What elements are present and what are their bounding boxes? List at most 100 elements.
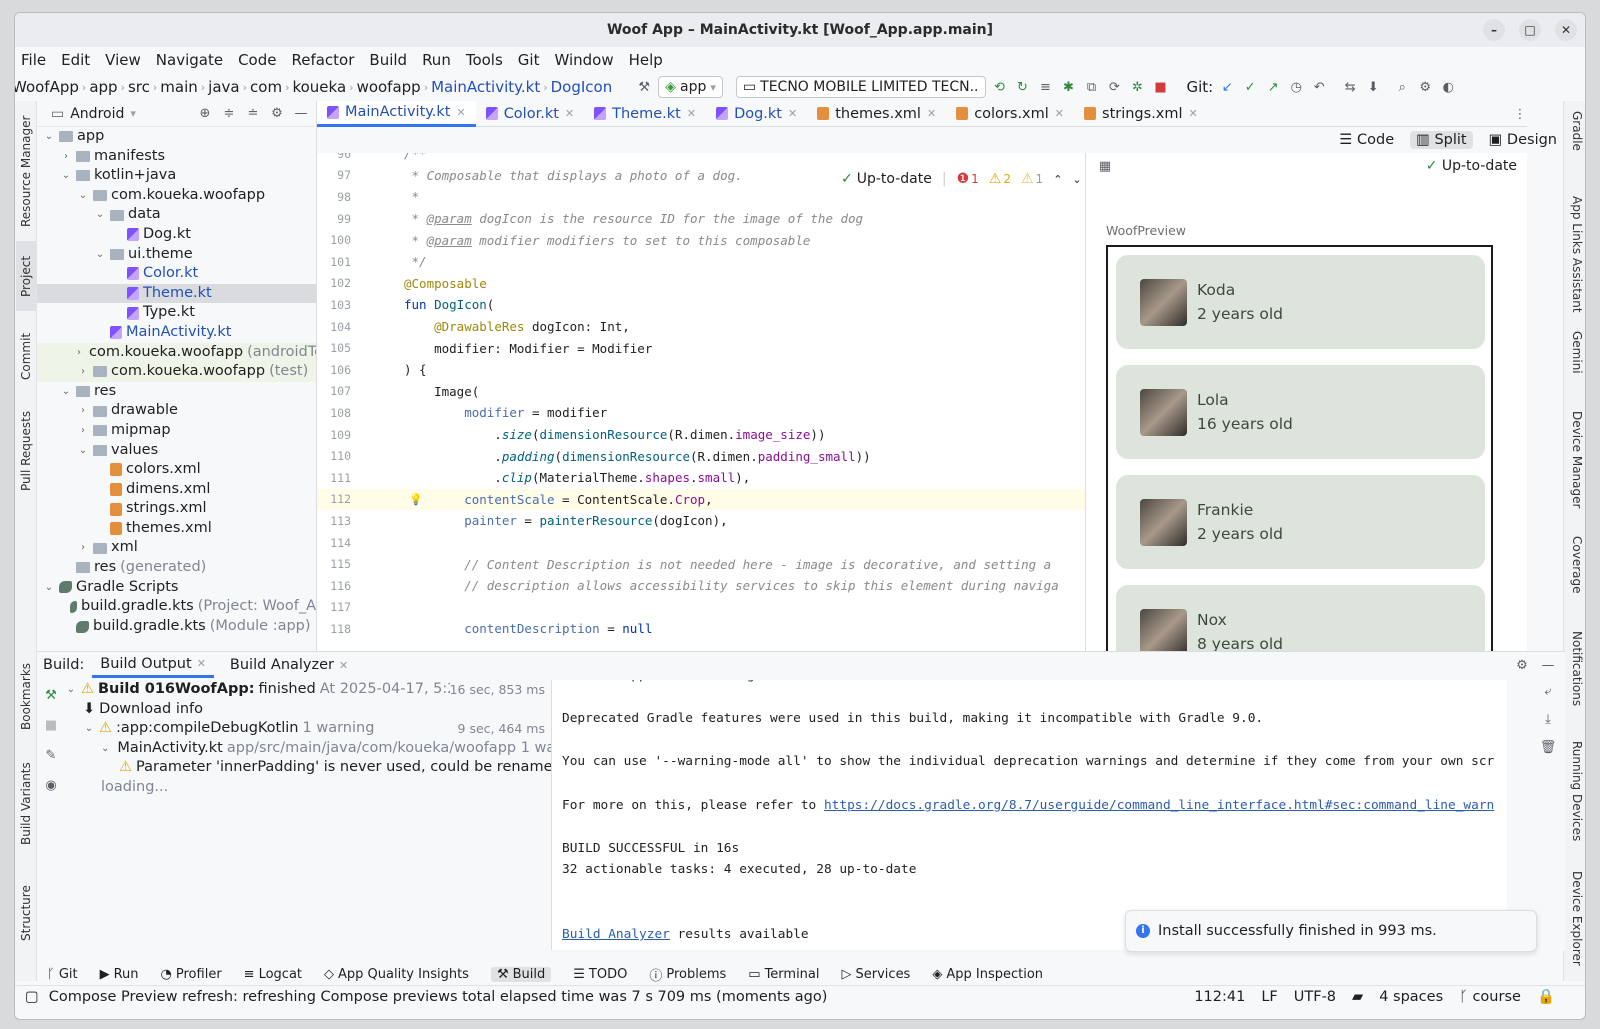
tab-build-analyzer[interactable]: Build Analyzer ✕ <box>222 652 356 678</box>
code-line[interactable]: 100 * @param modifier modifiers to set t… <box>317 229 1085 251</box>
chevron-down-icon[interactable]: ⌄ <box>43 127 55 147</box>
tool-services[interactable]: ▷ Services <box>842 967 911 982</box>
chevron-down-icon[interactable]: ⌄ <box>77 186 89 206</box>
file-encoding[interactable]: UTF-8 <box>1294 989 1336 1005</box>
lock-icon[interactable]: ▰ <box>1352 989 1363 1005</box>
tool-running-devices[interactable]: Running Devices <box>1566 741 1584 841</box>
chevron-right-icon[interactable]: › <box>77 362 89 382</box>
history-icon[interactable]: ◷ <box>1287 78 1305 96</box>
profile-icon[interactable]: ⧉ <box>1083 78 1101 96</box>
settings-icon[interactable]: ⚙ <box>1416 78 1434 96</box>
tool-run[interactable]: ▶ Run <box>100 967 139 982</box>
hide-icon[interactable]: — <box>1539 656 1557 674</box>
chevron-right-icon[interactable]: › <box>77 421 89 441</box>
code-line[interactable]: 106) { <box>317 359 1085 381</box>
build-analyzer-link[interactable]: Build Analyzer <box>562 927 670 942</box>
intention-bulb-icon[interactable]: 💡 <box>409 493 423 506</box>
code-line[interactable]: 102 @Composable <box>317 273 1085 295</box>
tool-app-inspection[interactable]: ◈ App Inspection <box>932 967 1043 982</box>
tree-item[interactable]: colors.xml <box>37 460 316 480</box>
tree-item[interactable]: ⌄ com.koueka.woofapp <box>37 186 316 206</box>
menu-navigate[interactable]: Navigate <box>156 51 223 69</box>
device-select[interactable]: ▭ TECNO MOBILE LIMITED TECN.. <box>735 76 986 98</box>
tab-build-output[interactable]: Build Output ✕ <box>92 652 214 678</box>
code-line[interactable]: 104 @DrawableRes dogIcon: Int, <box>317 316 1085 338</box>
menu-refactor[interactable]: Refactor <box>291 51 354 69</box>
previous-highlight-icon[interactable]: ⌃ <box>1053 173 1062 186</box>
tool-resource-manager[interactable]: Resource Manager <box>16 111 36 231</box>
close-button[interactable]: ✕ <box>1555 19 1577 41</box>
tree-item[interactable]: Color.kt <box>37 264 316 284</box>
menu-build[interactable]: Build <box>369 51 407 69</box>
tool-structure[interactable]: Structure <box>16 876 36 951</box>
close-icon[interactable]: ✕ <box>1055 107 1064 120</box>
code-line[interactable]: 108 modifier = modifier <box>317 402 1085 424</box>
close-icon[interactable]: ✕ <box>456 106 465 119</box>
git-update-icon[interactable]: ↙ <box>1218 78 1236 96</box>
tree-item[interactable]: build.gradle.kts (Module :app) <box>37 617 316 637</box>
tree-item[interactable]: › mipmap <box>37 421 316 441</box>
chevron-down-icon[interactable]: ⌄ <box>94 245 106 265</box>
tool-notifications[interactable]: Notifications <box>1566 631 1584 706</box>
chevron-down-icon[interactable]: ⌄ <box>60 166 72 186</box>
menu-run[interactable]: Run <box>422 51 451 69</box>
close-icon[interactable]: ✕ <box>927 107 936 120</box>
dog-card[interactable]: Lola 16 years old <box>1116 365 1485 459</box>
build-tree-item[interactable]: ⌄ ⚠:app:compileDebugKotlin 1 warning 9 sec… <box>65 719 551 739</box>
tree-item[interactable]: themes.xml <box>37 519 316 539</box>
sync-icon[interactable]: ⇆ <box>1341 78 1359 96</box>
close-icon[interactable]: ✕ <box>565 107 574 120</box>
tree-item[interactable]: › com.koueka.woofapp (test) <box>37 362 316 382</box>
tool-problems[interactable]: ⓘ Problems <box>649 965 726 984</box>
code-line[interactable]: 107 Image( <box>317 381 1085 403</box>
tree-item[interactable]: Dog.kt <box>37 225 316 245</box>
chevron-down-icon[interactable]: ▾ <box>130 107 136 120</box>
tree-item[interactable]: Type.kt <box>37 303 316 323</box>
caret-position[interactable]: 112:41 <box>1194 989 1245 1005</box>
menu-view[interactable]: View <box>105 51 141 69</box>
code-line[interactable]: 99 * @param dogIcon is the resource ID f… <box>317 208 1085 230</box>
lock-file-icon[interactable]: 🔒 <box>1537 988 1555 1005</box>
git-branch[interactable]: course <box>1472 989 1520 1005</box>
close-icon[interactable]: ✕ <box>339 659 348 672</box>
tree-item[interactable]: dimens.xml <box>37 480 316 500</box>
menu-edit[interactable]: Edit <box>61 51 90 69</box>
code-line[interactable]: 117 <box>317 597 1085 619</box>
tree-item[interactable]: ⌄ app <box>37 127 316 147</box>
tree-item[interactable]: Theme.kt <box>37 283 316 304</box>
coverage-icon[interactable]: ⟳ <box>1106 78 1124 96</box>
tree-item[interactable]: MainActivity.kt <box>37 323 316 343</box>
menu-code[interactable]: Code <box>238 51 276 69</box>
eye-icon[interactable]: ◉ <box>42 776 60 794</box>
code-line[interactable]: 112 contentScale = ContentScale.Crop, 💡 <box>317 488 1085 511</box>
more-tabs-icon[interactable]: ⋮ <box>1511 105 1529 123</box>
preview-device-frame[interactable]: Koda 2 years old Lola 16 years old Frankie 2 … <box>1106 245 1493 665</box>
tool-device-manager[interactable]: Device Manager <box>1566 411 1584 508</box>
code-line[interactable]: 96 /** <box>317 153 1085 165</box>
dog-card[interactable]: Frankie 2 years old <box>1116 475 1485 569</box>
menu-file[interactable]: File <box>21 51 46 69</box>
tree-item[interactable]: ⌄ data <box>37 205 316 225</box>
breadcrumb-item[interactable]: koueka <box>292 78 346 96</box>
chevron-down-icon[interactable]: ⌄ <box>65 680 77 700</box>
collapse-all-icon[interactable]: ≐ <box>244 105 262 123</box>
hide-icon[interactable]: — <box>292 105 310 123</box>
chevron-right-icon[interactable]: › <box>77 401 89 421</box>
editor-tab[interactable]: colors.xml ✕ <box>946 101 1074 127</box>
tool-commit[interactable]: Commit <box>16 326 36 386</box>
pin-icon[interactable]: ✎ <box>42 746 60 764</box>
editor-tab[interactable]: Color.kt ✕ <box>476 101 584 127</box>
tool-gemini[interactable]: Gemini <box>1566 331 1584 374</box>
chevron-down-icon[interactable]: ⌄ <box>60 382 72 402</box>
code-line[interactable]: 116 // description allows accessibility … <box>317 575 1085 597</box>
tree-item[interactable]: ⌄ Gradle Scripts <box>37 578 316 598</box>
chevron-down-icon[interactable]: ⌄ <box>43 578 55 598</box>
code-view-button[interactable]: ☰ Code <box>1333 131 1400 149</box>
chevron-right-icon[interactable]: › <box>77 343 81 363</box>
breadcrumb-item[interactable]: WoofApp <box>15 78 79 96</box>
status-message[interactable]: Compose Preview refresh: refreshing Comp… <box>49 989 828 1005</box>
git-push-icon[interactable]: ↗ <box>1264 78 1282 96</box>
close-icon[interactable]: ✕ <box>788 107 797 120</box>
error-icon[interactable]: ❶ <box>957 171 970 187</box>
apply-changes-icon[interactable]: ⟲ <box>991 78 1009 96</box>
